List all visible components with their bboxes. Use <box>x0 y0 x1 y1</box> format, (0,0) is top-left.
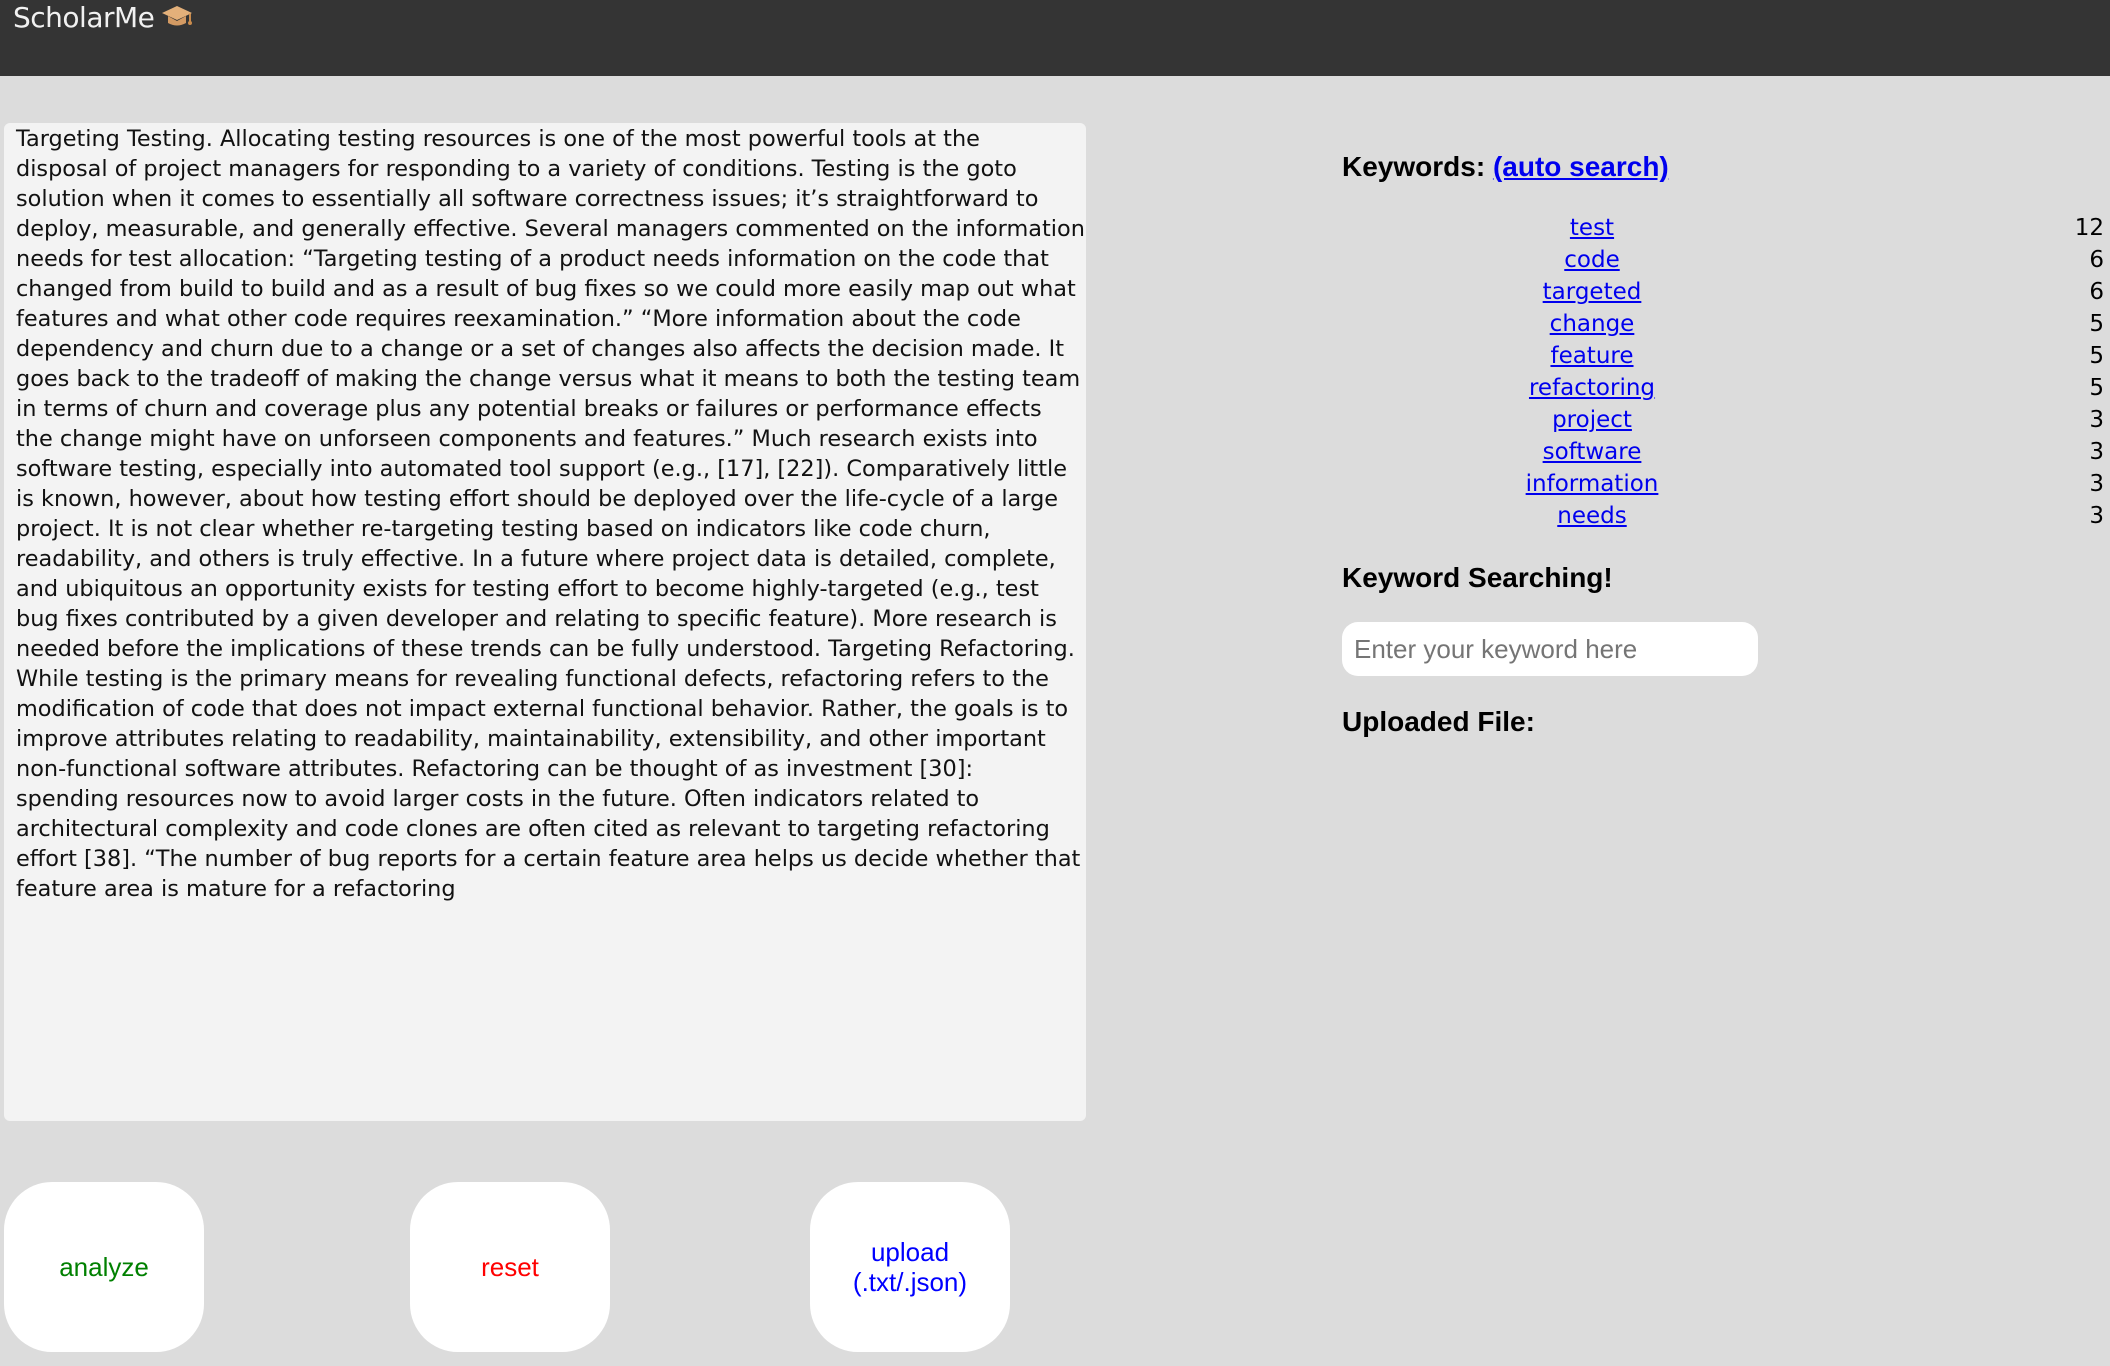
keyword-count: 12 <box>2074 215 2104 241</box>
keyword-count: 3 <box>2089 503 2104 529</box>
keyword-link[interactable]: change <box>1502 308 1682 340</box>
analyze-button[interactable]: analyze <box>4 1182 204 1352</box>
keyword-count: 5 <box>2089 375 2104 401</box>
keyword-list: test 12 code 6 targeted 6 change 5 feature 5 refac… <box>1342 212 2104 532</box>
keywords-heading: Keywords: (auto search) <box>1342 150 1669 184</box>
keyword-row: information 3 <box>1342 468 2104 500</box>
graduation-cap-icon <box>160 4 194 30</box>
keyword-count: 3 <box>2089 407 2104 433</box>
uploaded-file-heading: Uploaded File: <box>1342 706 1535 737</box>
auto-search-link[interactable]: (auto search) <box>1493 151 1669 182</box>
keyword-row: refactoring 5 <box>1342 372 2104 404</box>
keyword-link[interactable]: code <box>1502 244 1682 276</box>
keywords-title: Keywords: <box>1342 151 1486 182</box>
brand-logo[interactable]: ScholarMe <box>13 0 194 34</box>
keyword-searching-heading: Keyword Searching! <box>1342 562 1613 593</box>
keyword-count: 5 <box>2089 311 2104 337</box>
brand-name: ScholarMe <box>13 0 155 34</box>
keyword-row: project 3 <box>1342 404 2104 436</box>
keyword-link[interactable]: needs <box>1502 500 1682 532</box>
keyword-row: software 3 <box>1342 436 2104 468</box>
keyword-count: 3 <box>2089 439 2104 465</box>
reset-button[interactable]: reset <box>410 1182 610 1352</box>
keyword-link[interactable]: refactoring <box>1502 372 1682 404</box>
keyword-link[interactable]: test <box>1502 212 1682 244</box>
keyword-count: 5 <box>2089 343 2104 369</box>
keyword-link[interactable]: project <box>1502 404 1682 436</box>
keyword-link[interactable]: information <box>1502 468 1682 500</box>
keyword-row: needs 3 <box>1342 500 2104 532</box>
keyword-search-input[interactable] <box>1342 622 1758 676</box>
keyword-link[interactable]: targeted <box>1502 276 1682 308</box>
top-navbar: ScholarMe <box>0 0 2110 76</box>
keyword-link[interactable]: feature <box>1502 340 1682 372</box>
upload-button[interactable]: upload (.txt/.json) <box>810 1182 1010 1352</box>
keyword-row: test 12 <box>1342 212 2104 244</box>
keyword-row: feature 5 <box>1342 340 2104 372</box>
keyword-count: 6 <box>2089 279 2104 305</box>
keyword-count: 6 <box>2089 247 2104 273</box>
keyword-count: 3 <box>2089 471 2104 497</box>
keyword-row: targeted 6 <box>1342 276 2104 308</box>
text-input-area[interactable]: Targeting Testing. Allocating testing re… <box>4 123 1086 1121</box>
keyword-row: code 6 <box>1342 244 2104 276</box>
keyword-link[interactable]: software <box>1502 436 1682 468</box>
keyword-row: change 5 <box>1342 308 2104 340</box>
